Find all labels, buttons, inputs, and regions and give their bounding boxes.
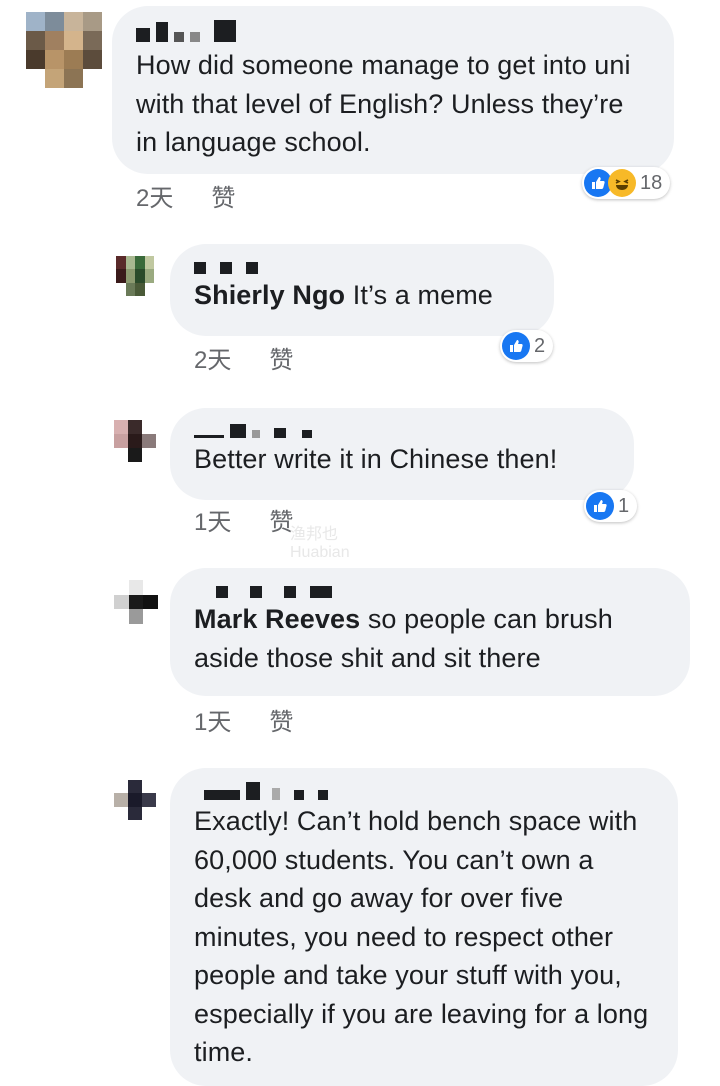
comment-text: How did someone manage to get into uni w… — [136, 50, 631, 157]
redacted-author-name — [194, 782, 654, 800]
like-link[interactable]: 赞 — [211, 185, 235, 212]
comment-time[interactable]: 1天 — [194, 709, 231, 736]
comment-bubble: Mark Reeves so people can brush aside th… — [170, 568, 690, 696]
like-icon — [586, 492, 614, 520]
like-link[interactable]: 赞 — [269, 709, 293, 736]
reaction-summary[interactable]: 2 — [500, 330, 554, 362]
reaction-summary[interactable]: 18 — [582, 167, 671, 199]
comment-time[interactable]: 1天 — [194, 509, 231, 536]
reaction-count: 1 — [618, 494, 630, 517]
reaction-count: 2 — [534, 334, 546, 357]
avatar[interactable] — [26, 12, 102, 88]
redacted-author-name — [136, 20, 650, 42]
watermark: 渔邦也 Huabian — [290, 526, 350, 561]
like-icon — [502, 332, 530, 360]
comment-meta: 2天 赞 — [194, 340, 293, 375]
comment-author[interactable]: Shierly Ngo — [194, 280, 345, 310]
like-link[interactable]: 赞 — [269, 347, 293, 374]
comment-time[interactable]: 2天 — [194, 347, 231, 374]
redacted-author-name — [194, 258, 530, 274]
comment-meta: 2天 赞 — [136, 178, 235, 213]
comment-meta: 1天赞 — [194, 502, 293, 537]
comment-meta: 1天 赞 — [194, 702, 293, 737]
avatar[interactable] — [114, 580, 158, 624]
comment-bubble: Better write it in Chinese then! — [170, 408, 634, 500]
reaction-count: 18 — [640, 171, 663, 194]
comment-text: Better write it in Chinese then! — [194, 444, 558, 474]
haha-icon — [608, 169, 636, 197]
comment-time[interactable]: 2天 — [136, 185, 173, 212]
redacted-author-name — [194, 422, 610, 438]
comment-bubble: Shierly Ngo It’s a meme — [170, 244, 554, 336]
reaction-summary[interactable]: 1 — [584, 490, 638, 522]
redacted-author-name — [194, 582, 666, 598]
comment-author[interactable]: Mark Reeves — [194, 604, 360, 634]
comment-text: It’s a meme — [352, 280, 493, 310]
avatar[interactable] — [116, 256, 154, 296]
comment-text: Exactly! Can’t hold bench space with 60,… — [194, 806, 649, 1067]
avatar[interactable] — [114, 420, 156, 462]
comment-bubble: Exactly! Can’t hold bench space with 60,… — [170, 768, 678, 1086]
comment-bubble: How did someone manage to get into uni w… — [112, 6, 674, 174]
avatar[interactable] — [114, 780, 156, 820]
